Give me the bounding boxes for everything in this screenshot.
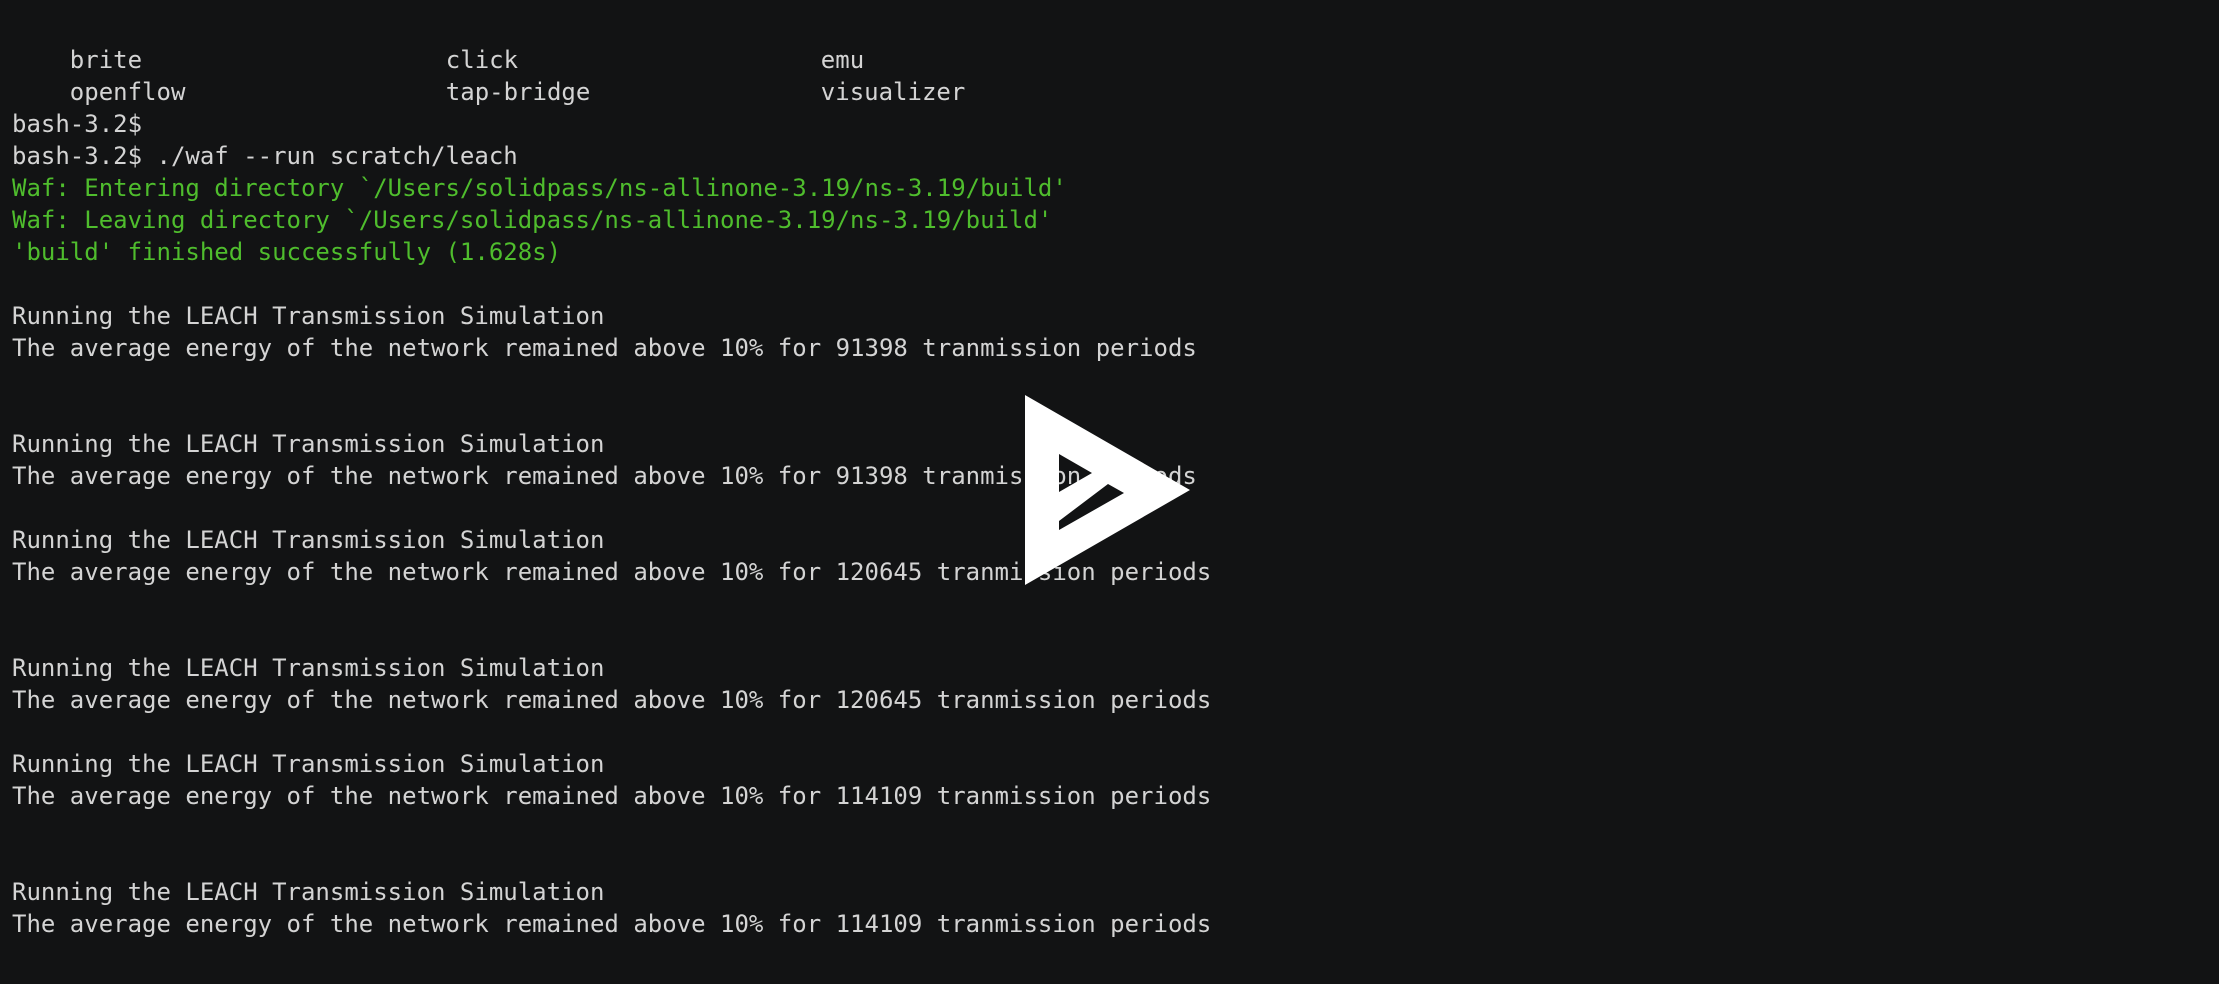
build-status-line: 'build' finished successfully (1.628s): [12, 238, 562, 266]
listing-item: tap-bridge: [445, 78, 591, 106]
simulation-header-line: Running the LEACH Transmission Simulatio…: [12, 878, 605, 906]
simulation-header-line: Running the LEACH Transmission Simulatio…: [12, 654, 605, 682]
simulation-result-line: The average energy of the network remain…: [12, 686, 1212, 714]
simulation-header-line: Running the LEACH Transmission Simulatio…: [12, 750, 605, 778]
asciinema-play-icon: [1025, 395, 1190, 585]
build-output-line: Waf: Entering directory `/Users/solidpas…: [12, 174, 1067, 202]
listing-item: emu: [820, 46, 865, 74]
listing-row: brite click emu: [12, 12, 2219, 74]
command-line: bash-3.2$ ./waf --run scratch/leach: [12, 142, 518, 170]
listing-item: click: [445, 46, 519, 74]
simulation-header-line: Running the LEACH Transmission Simulatio…: [12, 302, 605, 330]
prompt-line: bash-3.2$: [12, 110, 143, 138]
simulation-result-line: The average energy of the network remain…: [12, 782, 1212, 810]
build-output-line: Waf: Leaving directory `/Users/solidpass…: [12, 206, 1053, 234]
listing-item: visualizer: [820, 78, 966, 106]
listing-item: brite: [69, 46, 143, 74]
simulation-result-line: The average energy of the network remain…: [12, 334, 1197, 362]
simulation-result-line: The average energy of the network remain…: [12, 910, 1212, 938]
play-button[interactable]: [1024, 394, 1194, 590]
listing-item: openflow: [69, 78, 186, 106]
